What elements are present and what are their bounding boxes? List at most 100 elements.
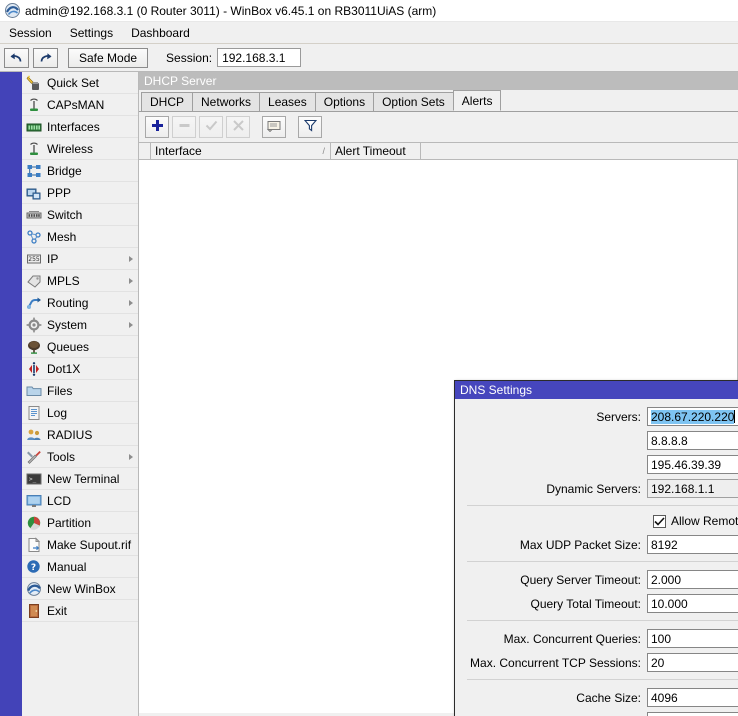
- dot1x-icon: [26, 361, 42, 377]
- chevron-right-icon: [129, 299, 133, 306]
- cache-max-ttl-input[interactable]: 7d 00:00:00: [647, 712, 738, 716]
- sidebar-item-mpls[interactable]: MPLS: [22, 270, 138, 292]
- dhcp-column-header: Interface / Alert Timeout: [139, 142, 738, 160]
- session-input[interactable]: 192.168.3.1: [217, 48, 302, 67]
- remove-button[interactable]: [172, 116, 196, 138]
- disable-button[interactable]: [226, 116, 250, 138]
- query-total-timeout-input[interactable]: 10.000: [647, 594, 738, 613]
- chevron-right-icon: [129, 255, 133, 262]
- tab-dhcp[interactable]: DHCP: [141, 92, 194, 111]
- menu-session[interactable]: Session: [0, 24, 61, 42]
- column-interface[interactable]: Interface /: [151, 143, 331, 159]
- chevron-right-icon: [129, 277, 133, 284]
- sidebar-item-log[interactable]: Log: [22, 402, 138, 424]
- files-icon: [26, 383, 42, 399]
- safe-mode-button[interactable]: Safe Mode: [68, 47, 149, 68]
- sidebar-item-label: LCD: [47, 493, 72, 508]
- sidebar-item-switch[interactable]: Switch: [22, 204, 138, 226]
- sidebar-item-manual[interactable]: ? Manual: [22, 556, 138, 578]
- servers-input-3[interactable]: 195.46.39.39: [647, 455, 738, 474]
- undo-button[interactable]: [4, 47, 29, 68]
- winbox-app: admin@192.168.3.1 (0 Router 3011) - WinB…: [0, 0, 738, 716]
- ip-icon: 255: [26, 251, 42, 267]
- sidebar-menu: Quick Set CAPsMAN Interfaces Wireless Br…: [22, 72, 139, 716]
- sidebar-item-partition[interactable]: Partition: [22, 512, 138, 534]
- tools-icon: [26, 449, 42, 465]
- redo-button[interactable]: [33, 47, 58, 68]
- query-total-timeout-label: Query Total Timeout:: [530, 596, 642, 611]
- tab-options[interactable]: Options: [314, 92, 375, 111]
- plus-icon: [151, 119, 164, 135]
- allow-remote-requests-label: Allow Remote Requests: [671, 514, 738, 528]
- text-caret: [734, 410, 736, 423]
- sidebar-item-label: Dot1X: [47, 361, 81, 376]
- sidebar-item-queues[interactable]: Queues: [22, 336, 138, 358]
- add-button[interactable]: [145, 116, 169, 138]
- sort-ascending-icon: /: [322, 146, 325, 156]
- sidebar-item-routing[interactable]: Routing: [22, 292, 138, 314]
- filter-button[interactable]: [298, 116, 322, 138]
- sidebar-item-interfaces[interactable]: Interfaces: [22, 116, 138, 138]
- sidebar-item-radius[interactable]: RADIUS: [22, 424, 138, 446]
- chevron-right-icon: [129, 453, 133, 460]
- query-server-timeout-input[interactable]: 2.000: [647, 570, 738, 589]
- tab-networks[interactable]: Networks: [192, 92, 261, 111]
- allow-remote-requests-row: Allow Remote Requests: [653, 514, 738, 528]
- sidebar-item-capsman[interactable]: CAPsMAN: [22, 94, 138, 116]
- max-tcp-sessions-input[interactable]: 20: [647, 653, 738, 672]
- tab-leases[interactable]: Leases: [259, 92, 316, 111]
- sidebar-item-new-winbox[interactable]: New WinBox: [22, 578, 138, 600]
- sidebar-item-dot1x[interactable]: Dot1X: [22, 358, 138, 380]
- sidebar-item-label: Partition: [47, 515, 92, 530]
- sidebar-item-wireless[interactable]: Wireless: [22, 138, 138, 160]
- max-concurrent-queries-input[interactable]: 100: [647, 629, 738, 648]
- checkmark-icon: [654, 516, 665, 526]
- comment-button[interactable]: [262, 116, 286, 138]
- sidebar-item-files[interactable]: Files: [22, 380, 138, 402]
- dns-dialog-titlebar: DNS Settings: [455, 381, 738, 399]
- sidebar-item-label: Interfaces: [47, 119, 100, 134]
- bridge-icon: [26, 163, 42, 179]
- routing-icon: [26, 295, 42, 311]
- svg-text:>_: >_: [29, 476, 37, 483]
- log-icon: [26, 405, 42, 421]
- sidebar-item-ppp[interactable]: PPP: [22, 182, 138, 204]
- sidebar-item-label: Queues: [47, 339, 90, 354]
- sidebar-item-system[interactable]: System: [22, 314, 138, 336]
- sidebar-item-label: Routing: [47, 295, 89, 310]
- tab-alerts[interactable]: Alerts: [452, 90, 502, 111]
- servers-input-2[interactable]: 8.8.8.8: [647, 431, 738, 450]
- enable-button[interactable]: [199, 116, 223, 138]
- column-alert-timeout[interactable]: Alert Timeout: [331, 143, 421, 159]
- row-grip-column: [139, 143, 151, 159]
- servers-input-1[interactable]: 208.67.220.220: [647, 407, 738, 426]
- sidebar-item-tools[interactable]: Tools: [22, 446, 138, 468]
- sidebar-item-exit[interactable]: Exit: [22, 600, 138, 622]
- sidebar-item-new-terminal[interactable]: >_ New Terminal: [22, 468, 138, 490]
- max-udp-label: Max UDP Packet Size:: [519, 537, 641, 552]
- new-winbox-icon: [26, 581, 42, 597]
- sidebar-item-ip[interactable]: 255 IP: [22, 248, 138, 270]
- sidebar-item-bridge[interactable]: Bridge: [22, 160, 138, 182]
- queues-icon: [26, 339, 42, 355]
- sidebar-item-quick-set[interactable]: Quick Set: [22, 72, 138, 94]
- dhcp-tabstrip: DHCP Networks Leases Options Option Sets…: [139, 90, 738, 112]
- allow-remote-requests-checkbox[interactable]: [653, 514, 666, 528]
- menu-settings[interactable]: Settings: [61, 24, 122, 42]
- sidebar-item-label: System: [47, 317, 88, 332]
- column-label: Interface: [155, 144, 202, 158]
- session-label: Session:: [166, 50, 213, 65]
- max-udp-input[interactable]: 8192: [647, 535, 738, 554]
- cross-icon: [232, 119, 245, 135]
- sidebar-item-make-supout[interactable]: Make Supout.rif: [22, 534, 138, 556]
- svg-text:255: 255: [28, 256, 40, 263]
- undo-icon: [9, 51, 24, 64]
- menu-dashboard[interactable]: Dashboard: [122, 24, 199, 42]
- sidebar-item-label: Quick Set: [47, 75, 100, 90]
- sidebar-item-mesh[interactable]: Mesh: [22, 226, 138, 248]
- servers-label: Servers:: [596, 409, 641, 424]
- supout-icon: [26, 536, 42, 553]
- sidebar-item-lcd[interactable]: LCD: [22, 490, 138, 512]
- cache-size-input[interactable]: 4096: [647, 688, 738, 707]
- tab-option-sets[interactable]: Option Sets: [373, 92, 454, 111]
